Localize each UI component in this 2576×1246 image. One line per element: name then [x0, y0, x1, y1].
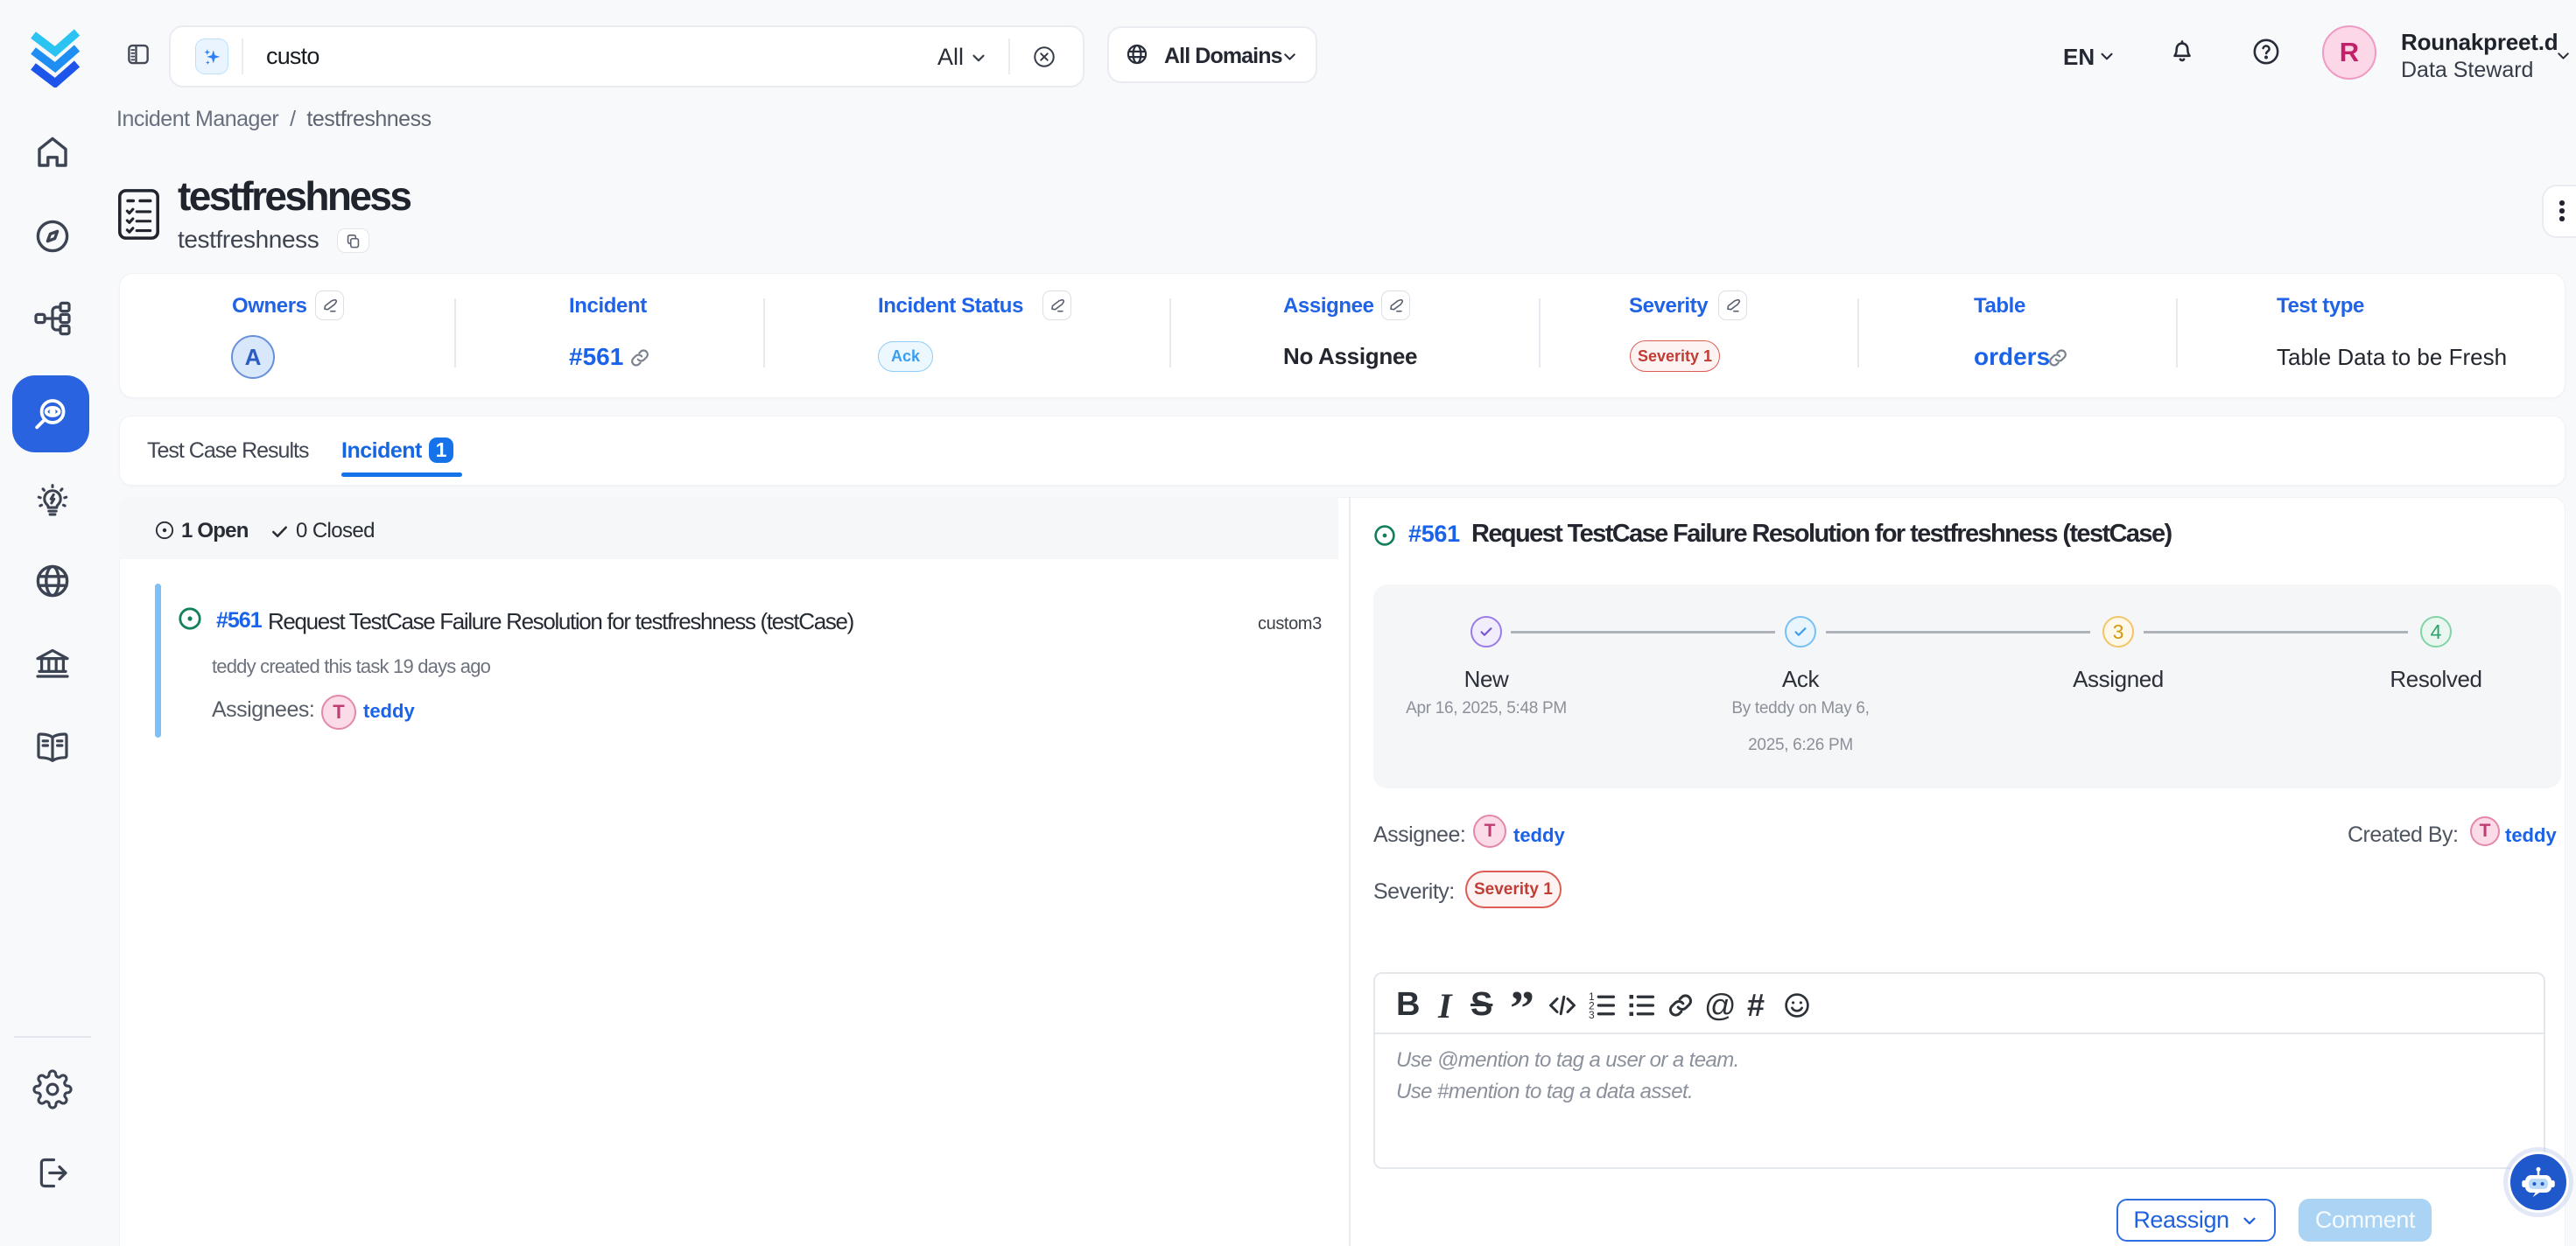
- svg-text:3: 3: [1589, 1009, 1595, 1021]
